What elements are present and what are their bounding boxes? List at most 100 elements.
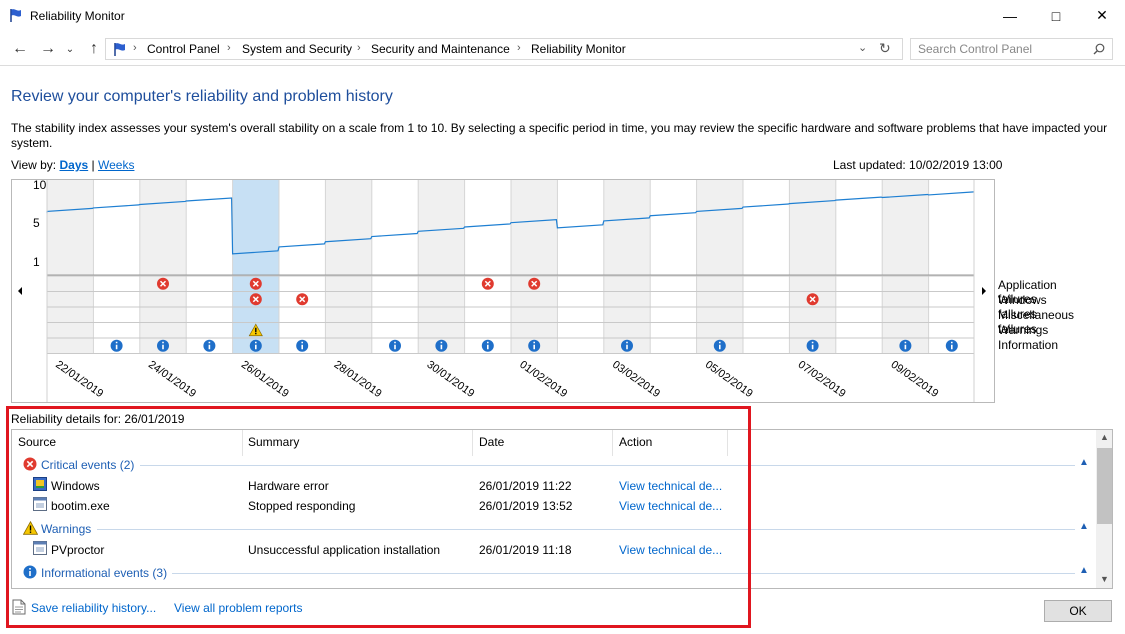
info-dot [487,341,489,344]
info-dot [162,341,164,344]
column-divider[interactable] [472,430,473,456]
chevron-down-icon[interactable]: ⌄ [858,41,867,54]
close-button[interactable]: ✕ [1079,0,1125,31]
window-title: Reliability Monitor [30,9,125,23]
back-arrow-icon[interactable]: ← [10,39,30,59]
windows-app-icon [33,477,47,491]
warning-mark [255,327,257,333]
info-mark [487,344,489,350]
up-arrow-icon[interactable]: ↑ [84,39,104,59]
x-tick-label: 26/01/2019 [239,359,291,400]
info-mark [394,344,396,350]
breadcrumb-control-panel[interactable]: Control Panel [147,42,220,56]
day-column [511,180,558,354]
breadcrumb[interactable]: › Control Panel › System and Security › … [105,38,903,60]
x-tick-label: 09/02/2019 [888,359,940,400]
column-header-source[interactable]: Source [18,435,56,449]
view-weeks-link[interactable]: Weeks [98,158,134,172]
column-divider[interactable] [612,430,613,456]
y-tick-label: 1 [33,255,40,269]
search-icon[interactable] [1093,43,1105,55]
collapse-icon[interactable]: ▲ [1079,521,1089,532]
info-mark [162,344,164,350]
info-dot [301,341,303,344]
flag-icon [114,43,125,56]
minimize-button[interactable]: — [987,0,1033,31]
view-technical-details-link[interactable]: View technical de... [619,479,722,493]
info-mark [951,344,953,350]
info-dot [208,341,211,344]
collapse-icon[interactable]: ▲ [1079,457,1089,468]
maximize-button[interactable]: □ [1033,0,1079,31]
warning-icon [23,521,38,535]
last-updated: Last updated: 10/02/2019 13:00 [833,158,1003,172]
breadcrumb-security-and-maintenance[interactable]: Security and Maintenance [371,42,510,56]
column-header-action[interactable]: Action [619,435,652,449]
day-column [186,180,233,354]
row-date: 26/01/2019 11:22 [479,479,572,493]
info-mark [626,344,628,350]
column-divider[interactable] [727,430,728,456]
column-header-date[interactable]: Date [479,435,504,449]
info-mark [904,344,907,350]
forward-arrow-icon[interactable]: → [38,39,58,59]
day-column [557,180,604,354]
view-by: View by: Days | Weeks [11,158,134,172]
save-reliability-history-link[interactable]: Save reliability history... [31,601,156,615]
scroll-up-icon[interactable]: ▲ [1100,432,1109,442]
info-dot [255,341,257,344]
view-technical-details-link[interactable]: View technical de... [619,499,722,513]
x-tick-label: 01/02/2019 [517,359,569,400]
group-critical-events[interactable]: Critical events (2) [41,458,134,472]
critical-icon [23,457,37,471]
stability-chart-svg[interactable]: 10 5 1 22/01/2019 24/01/2019 26/01/2019 28/01/… [12,178,994,402]
info-mark [719,344,721,350]
x-tick-label: 24/01/2019 [146,359,198,400]
legend-item: Warnings [998,323,1049,337]
day-column [835,180,883,354]
row-date: 26/01/2019 11:18 [479,543,572,557]
x-tick-label: 05/02/2019 [703,359,755,400]
group-divider [140,465,1075,466]
flag-icon [10,9,21,22]
view-technical-details-link[interactable]: View technical de... [619,543,722,557]
info-icon [23,565,37,579]
scrollbar-thumb[interactable] [1097,448,1112,524]
search-input[interactable]: Search Control Panel [910,38,1113,60]
refresh-icon[interactable]: ↻ [879,40,891,57]
stability-chart[interactable]: 10 5 1 22/01/2019 24/01/2019 26/01/2019 28/01/… [11,178,995,403]
ok-button[interactable]: OK [1044,600,1112,622]
info-dot [533,341,535,344]
group-informational-events[interactable]: Informational events (3) [41,566,167,580]
column-header-summary[interactable]: Summary [248,435,299,449]
group-warnings[interactable]: Warnings [41,522,91,536]
vertical-scrollbar[interactable]: ▲ ▼ [1096,430,1112,588]
view-days-link[interactable]: Days [59,158,88,172]
address-bar: ← → ⌄ ↑ › Control Panel › System and Sec… [0,32,1125,66]
y-axis-area [12,180,47,402]
info-mark [301,344,303,350]
x-tick-label: 03/02/2019 [610,359,662,400]
breadcrumb-reliability-monitor[interactable]: Reliability Monitor [531,42,626,56]
column-divider[interactable] [242,430,243,456]
info-dot [811,341,814,344]
day-column [928,180,975,354]
breadcrumb-system-and-security[interactable]: System and Security [242,42,352,56]
application-icon [33,497,47,511]
info-dot [719,341,721,344]
day-column [279,180,326,354]
x-tick-label: 30/01/2019 [424,359,476,400]
row-summary: Stopped responding [248,499,356,513]
view-separator: | [91,158,95,172]
scroll-down-icon[interactable]: ▼ [1100,574,1109,584]
view-all-problem-reports-link[interactable]: View all problem reports [174,601,303,615]
recent-dropdown-icon[interactable]: ⌄ [60,39,80,59]
collapse-icon[interactable]: ▲ [1079,565,1089,576]
info-dot [951,341,953,344]
info-mark [440,344,443,350]
info-mark [811,344,814,350]
x-tick-label: 22/01/2019 [53,359,105,400]
chevron-right-icon: › [517,42,521,54]
chevron-right-icon: › [357,42,361,54]
chevron-right-icon: › [227,42,231,54]
